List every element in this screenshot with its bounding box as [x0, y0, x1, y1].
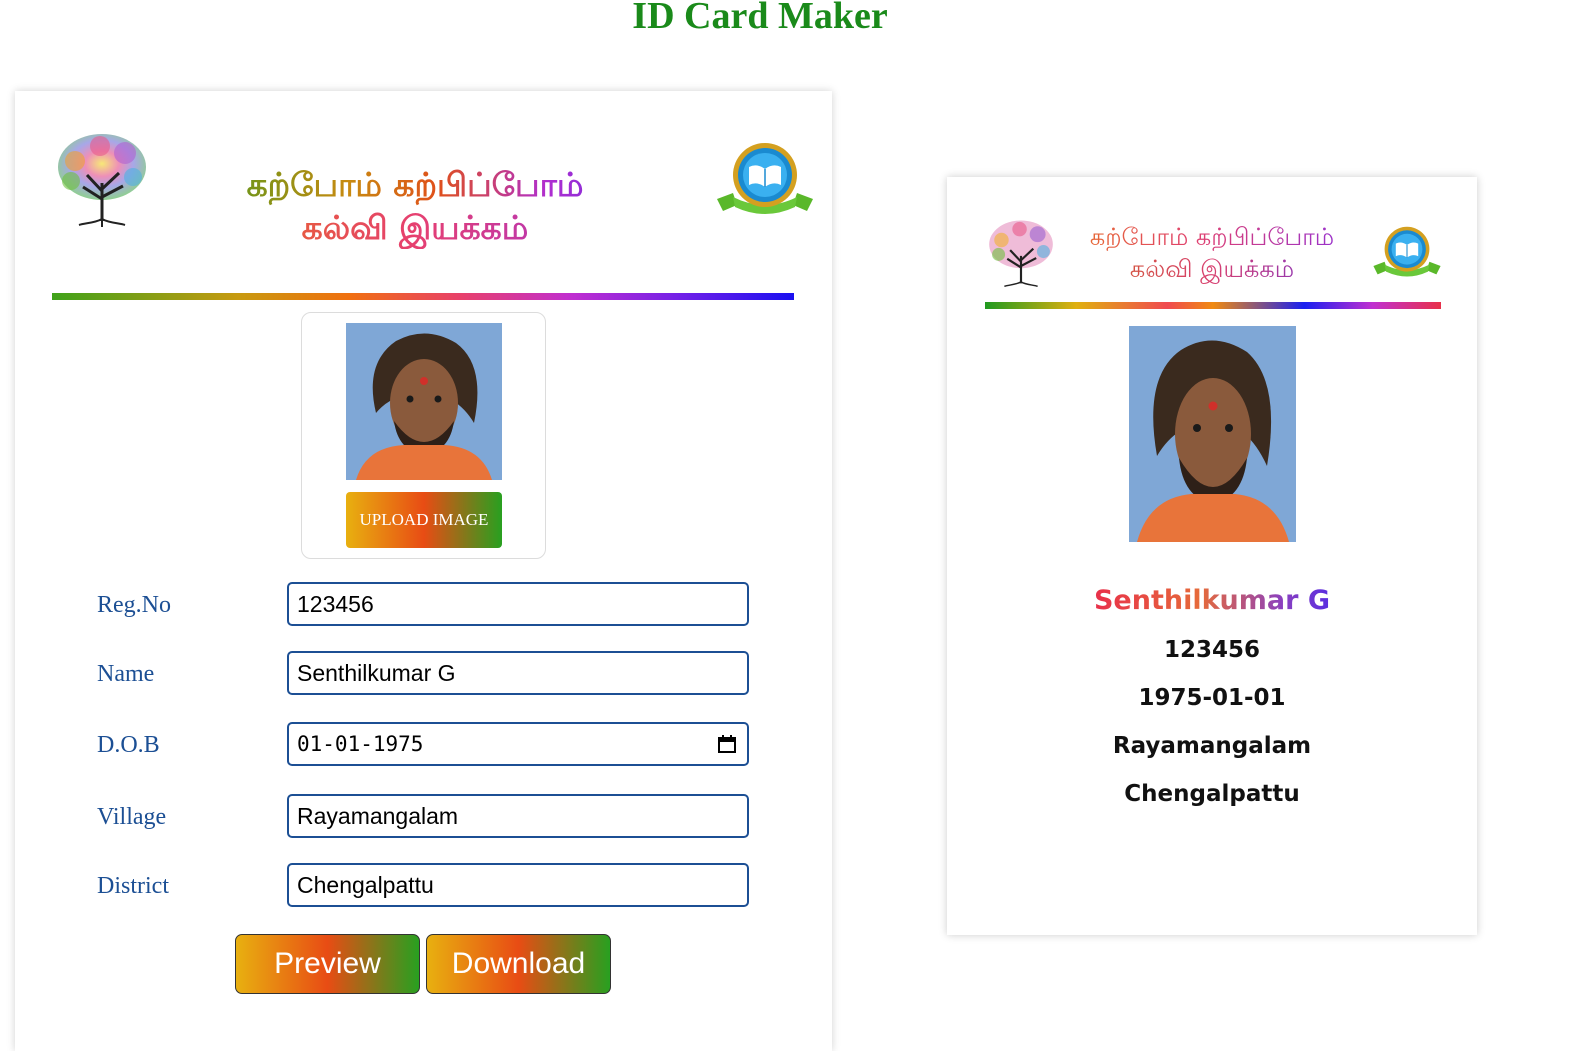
profile-photo — [346, 323, 502, 480]
dob-input[interactable] — [287, 722, 749, 766]
card-header-line-2: கல்வி இயக்கம் — [1067, 253, 1357, 285]
card-organization-header: கற்போம் கற்பிப்போம் கல்வி இயக்கம் — [1067, 221, 1357, 285]
reg-no-input[interactable] — [287, 582, 749, 626]
card-reg-no: 123456 — [1163, 637, 1261, 663]
card-name: Senthilkumar G — [1093, 585, 1331, 616]
preview-button[interactable]: Preview — [235, 934, 420, 994]
download-button[interactable]: Download — [426, 934, 611, 994]
book-badge-icon — [717, 143, 813, 214]
header-line-2: கல்வி இயக்கம் — [195, 206, 635, 249]
header-divider — [52, 293, 794, 300]
card-profile-photo — [1129, 326, 1296, 542]
district-input[interactable] — [287, 863, 749, 907]
name-input[interactable] — [287, 651, 749, 695]
village-row: Village — [97, 794, 757, 840]
district-label: District — [97, 873, 169, 899]
tree-logo-icon — [58, 134, 146, 227]
reg-no-row: Reg.No — [97, 582, 757, 628]
page-title: ID Card Maker — [632, 0, 888, 37]
card-book-badge-icon — [1373, 226, 1441, 277]
name-label: Name — [97, 661, 155, 687]
card-district: Chengalpattu — [1124, 781, 1300, 807]
calendar-icon[interactable] — [717, 734, 737, 754]
upload-image-button[interactable]: UPLOAD IMAGE — [346, 492, 502, 548]
id-card-preview: கற்போம் கற்பிப்போம் கல்வி இயக்கம் Senthi… — [947, 177, 1477, 935]
photo-upload-box: UPLOAD IMAGE — [301, 312, 546, 559]
reg-no-label: Reg.No — [97, 592, 171, 618]
header-line-1: கற்போம் கற்பிப்போம் — [195, 163, 635, 206]
district-row: District — [97, 863, 757, 909]
card-header-divider — [985, 302, 1441, 309]
dob-row: D.O.B — [97, 722, 757, 768]
name-row: Name — [97, 651, 757, 697]
village-label: Village — [97, 804, 167, 830]
dob-label: D.O.B — [97, 732, 160, 758]
card-village: Rayamangalam — [1112, 733, 1312, 759]
card-header-line-1: கற்போம் கற்பிப்போம் — [1067, 221, 1357, 253]
village-input[interactable] — [287, 794, 749, 838]
organization-header: கற்போம் கற்பிப்போம் கல்வி இயக்கம் — [195, 163, 635, 249]
form-panel: கற்போம் கற்பிப்போம் கல்வி இயக்கம் UPLOAD… — [15, 91, 832, 1051]
card-tree-logo-icon — [989, 220, 1053, 287]
card-dob: 1975-01-01 — [1138, 685, 1286, 711]
